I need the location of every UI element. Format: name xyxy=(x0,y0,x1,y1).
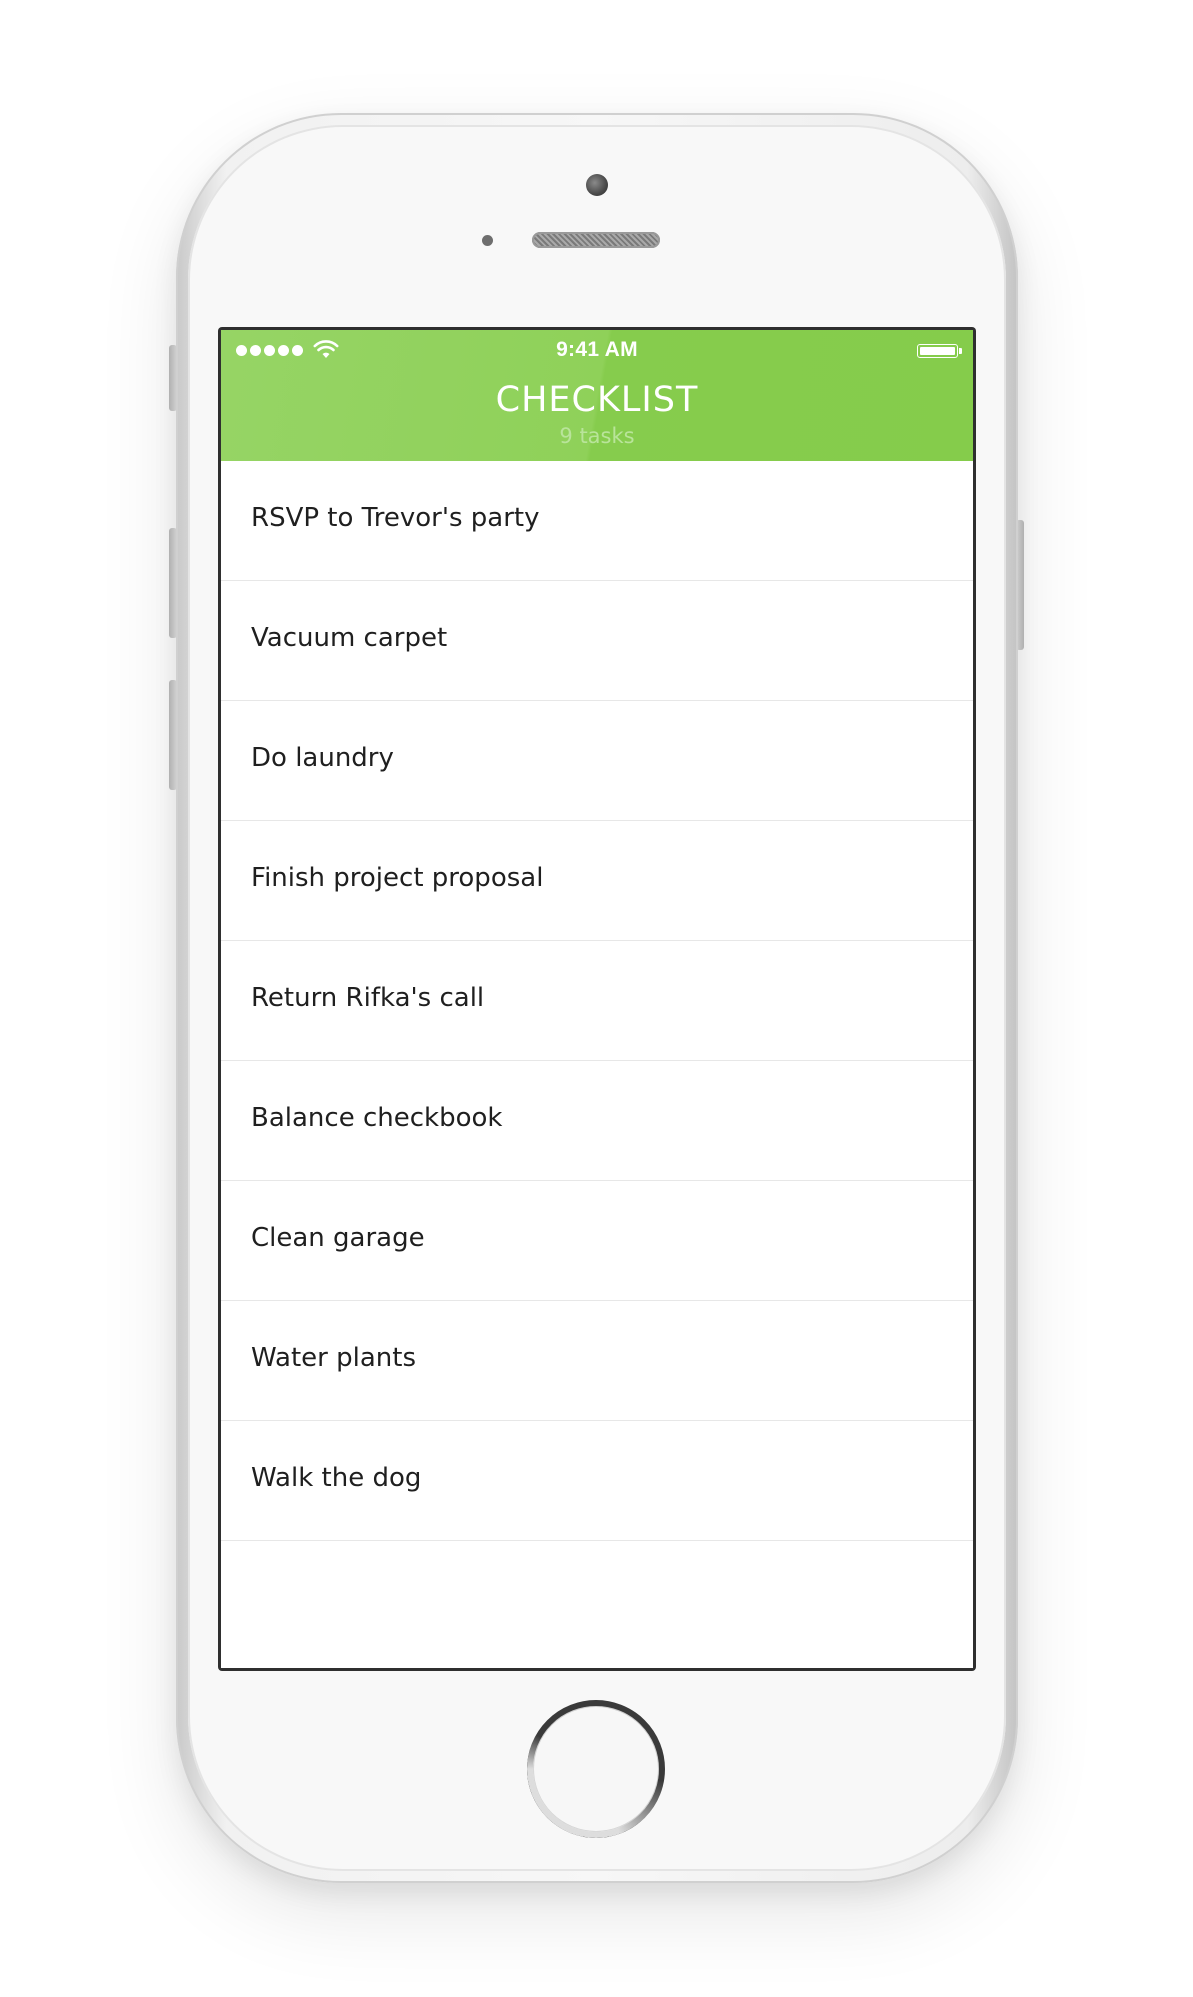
battery-icon xyxy=(917,344,963,360)
front-camera-icon xyxy=(586,174,608,196)
status-bar: 9:41 AM xyxy=(221,330,973,364)
task-label: Balance checkbook xyxy=(251,1103,503,1133)
earpiece-speaker-icon xyxy=(532,232,660,248)
screen: 9:41 AM CHECKLIST 9 tasks RSVP to Trevor… xyxy=(218,327,976,1671)
task-row[interactable]: Water plants xyxy=(221,1301,973,1421)
task-label: Walk the dog xyxy=(251,1463,422,1493)
task-row[interactable]: RSVP to Trevor's party xyxy=(221,461,973,581)
task-label: Finish project proposal xyxy=(251,863,544,893)
task-count: 9 tasks xyxy=(559,424,635,448)
task-row[interactable]: Balance checkbook xyxy=(221,1061,973,1181)
status-time: 9:41 AM xyxy=(556,338,638,361)
task-row[interactable]: Do laundry xyxy=(221,701,973,821)
task-label: RSVP to Trevor's party xyxy=(251,503,540,533)
task-label: Clean garage xyxy=(251,1223,425,1253)
app-header: 9:41 AM CHECKLIST 9 tasks xyxy=(221,330,973,461)
task-row[interactable]: Finish project proposal xyxy=(221,821,973,941)
app-screen: 9:41 AM CHECKLIST 9 tasks RSVP to Trevor… xyxy=(221,330,973,1668)
task-list: RSVP to Trevor's party Vacuum carpet Do … xyxy=(221,461,973,1541)
task-label: Return Rifka's call xyxy=(251,983,485,1013)
task-row[interactable]: Return Rifka's call xyxy=(221,941,973,1061)
task-row[interactable]: Walk the dog xyxy=(221,1421,973,1541)
task-label: Water plants xyxy=(251,1343,417,1373)
task-row[interactable]: Clean garage xyxy=(221,1181,973,1301)
task-row[interactable]: Vacuum carpet xyxy=(221,581,973,701)
page-title: CHECKLIST xyxy=(495,380,699,420)
home-button-icon[interactable] xyxy=(527,1700,665,1838)
task-label: Do laundry xyxy=(251,743,394,773)
proximity-sensor-icon xyxy=(482,235,493,246)
task-label: Vacuum carpet xyxy=(251,623,448,653)
device-mockup: 9:41 AM CHECKLIST 9 tasks RSVP to Trevor… xyxy=(0,0,1193,1997)
